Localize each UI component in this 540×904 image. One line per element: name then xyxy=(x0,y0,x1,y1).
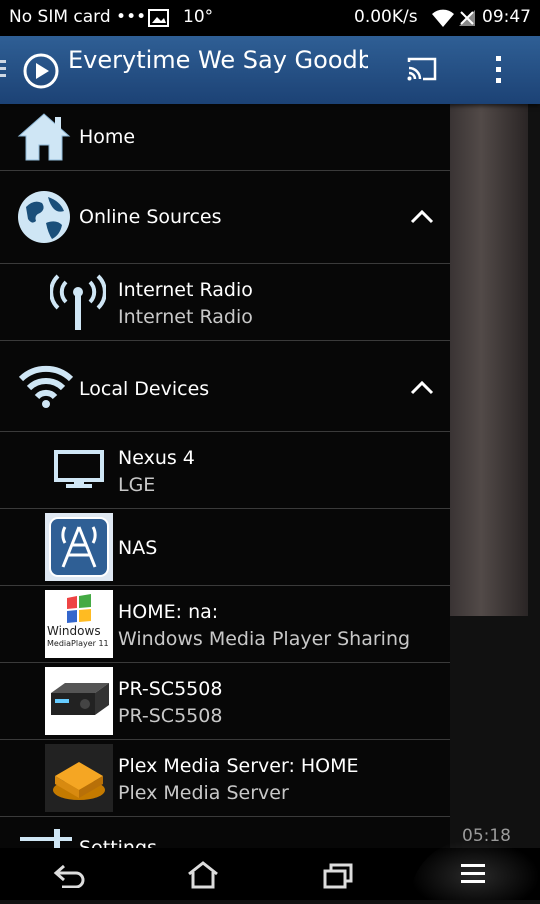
av-receiver-icon xyxy=(45,667,113,735)
drawer-item-label: Local Devices xyxy=(79,378,210,400)
device-subtitle: PR-SC5508 xyxy=(118,705,223,727)
device-title: NAS xyxy=(118,537,158,559)
overflow-menu-icon[interactable] xyxy=(494,54,504,90)
device-title: Plex Media Server: HOME xyxy=(118,755,359,777)
radio-antenna-icon xyxy=(49,274,107,336)
device-title: Nexus 4 xyxy=(118,447,195,469)
signal-icon xyxy=(457,8,477,32)
device-subtitle: Windows Media Player Sharing xyxy=(118,628,411,650)
network-speed: 0.00K/s xyxy=(354,7,418,27)
device-title: PR-SC5508 xyxy=(118,678,223,700)
drawer-indicator-icon[interactable] xyxy=(0,58,8,84)
device-item-home-wmp[interactable]: Windows MediaPlayer 11 HOME: na: Windows… xyxy=(0,586,450,663)
plex-icon xyxy=(45,744,113,812)
device-subtitle: LGE xyxy=(118,474,156,496)
clock: 09:47 xyxy=(482,7,531,27)
device-item-plex[interactable]: Plex Media Server: HOME Plex Media Serve… xyxy=(0,740,450,817)
temperature-text: 10° xyxy=(183,7,214,27)
settings-sliders-icon xyxy=(18,827,74,848)
album-photo xyxy=(450,104,528,616)
drawer-section-local-devices[interactable]: Local Devices xyxy=(0,341,450,432)
back-icon[interactable] xyxy=(52,862,86,892)
system-nav-bar xyxy=(0,840,540,900)
recent-apps-icon[interactable] xyxy=(322,862,354,894)
home-icon xyxy=(17,112,71,166)
drawer-item-internet-radio[interactable]: Internet Radio Internet Radio xyxy=(0,264,450,341)
now-playing-title[interactable]: Everytime We Say Goodb... xyxy=(68,46,368,74)
drawer-item-subtitle: Internet Radio xyxy=(118,306,253,328)
drawer-item-title: Internet Radio xyxy=(118,279,253,301)
device-item-nexus4[interactable]: Nexus 4 LGE xyxy=(0,432,450,509)
menu-icon[interactable] xyxy=(459,862,487,890)
device-item-nas[interactable]: NAS xyxy=(0,509,450,586)
device-title: HOME: na: xyxy=(118,601,219,623)
drawer-item-home[interactable]: Home xyxy=(0,104,450,171)
drawer-item-label: Online Sources xyxy=(79,206,222,228)
windows-media-player-icon: Windows MediaPlayer 11 xyxy=(45,590,113,658)
drawer-section-online-sources[interactable]: Online Sources xyxy=(0,171,450,264)
status-bar: No SIM card ••• 10° 0.00K/s 09:47 xyxy=(0,0,540,36)
navigation-drawer: Home Online Sources Internet Radio Inter… xyxy=(0,104,450,848)
cast-icon[interactable] xyxy=(406,56,438,86)
device-item-pr-sc5508[interactable]: PR-SC5508 PR-SC5508 xyxy=(0,663,450,740)
monitor-icon xyxy=(54,450,104,494)
drawer-item-label: Settings xyxy=(79,837,157,848)
globe-icon xyxy=(16,189,72,249)
home-nav-icon[interactable] xyxy=(186,860,220,894)
image-icon xyxy=(148,8,170,32)
chevron-up-icon[interactable] xyxy=(410,209,434,229)
drawer-item-label: Home xyxy=(79,126,136,148)
wifi-devices-icon xyxy=(18,363,74,413)
drawer-item-settings[interactable]: Settings xyxy=(0,817,450,848)
wifi-icon xyxy=(431,8,455,32)
nas-thumbnail-icon xyxy=(45,513,113,581)
carrier-text: No SIM card ••• xyxy=(9,7,147,27)
action-bar: Everytime We Say Goodb... xyxy=(0,36,540,104)
chevron-up-icon[interactable] xyxy=(410,380,434,400)
device-subtitle: Plex Media Server xyxy=(118,782,289,804)
app-play-icon[interactable] xyxy=(22,52,60,94)
